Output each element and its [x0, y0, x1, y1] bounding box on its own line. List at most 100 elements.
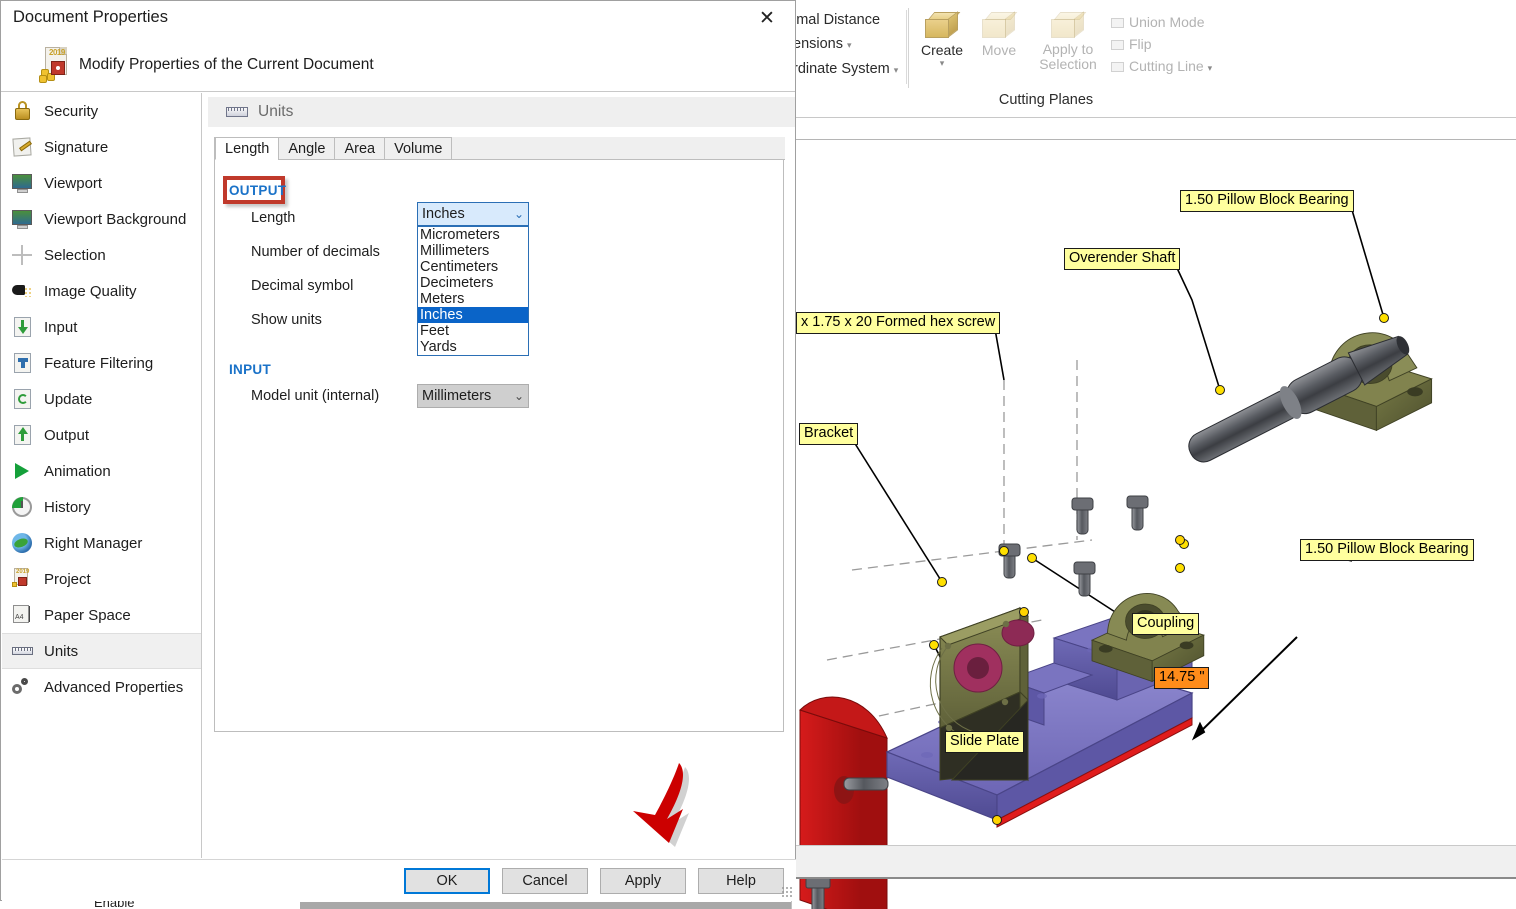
gears-icon	[10, 675, 36, 699]
callout-dimension-value[interactable]: 14.75 "	[1154, 667, 1209, 689]
length-unit-dropdown-list[interactable]: Micrometers Millimeters Centimeters Deci…	[417, 226, 529, 356]
ruler-icon	[226, 107, 248, 117]
tab-area-label: Area	[344, 141, 375, 157]
plus-crosshair-icon	[10, 243, 36, 267]
sidebar-item-units-label: Units	[44, 643, 78, 660]
sidebar-item-history[interactable]: History	[2, 489, 201, 525]
callout-pillow-block-right[interactable]: 1.50 Pillow Block Bearing	[1300, 539, 1474, 561]
dialog-content-panel: Units Length Angle Area Volume	[202, 93, 795, 858]
tab-strip: Length Angle Area Volume	[215, 137, 451, 160]
resize-grip[interactable]	[781, 886, 793, 898]
dropdown-option-millimeters[interactable]: Millimeters	[418, 243, 528, 259]
sidebar-item-paper-space[interactable]: A4 Paper Space	[2, 597, 201, 633]
sidebar-item-output[interactable]: Output	[2, 417, 201, 453]
cutting-plane-union-mode-label: Union Mode	[1129, 14, 1205, 30]
sidebar-item-right-manager[interactable]: Right Manager	[2, 525, 201, 561]
bottom-scrollbar[interactable]	[300, 902, 791, 909]
ribbon-item-coordinate-system[interactable]: rdinate System ▾	[791, 57, 908, 82]
ribbon-item-dimensions[interactable]: ensions ▾	[791, 32, 908, 57]
tab-angle-label: Angle	[288, 141, 325, 157]
play-triangle-icon	[10, 459, 36, 483]
document-properties-icon: 2019	[37, 45, 77, 85]
annotation-arrow	[621, 763, 721, 853]
cutting-planes-group-title: Cutting Planes	[911, 92, 1181, 108]
tab-angle[interactable]: Angle	[278, 137, 335, 160]
sidebar-item-viewport[interactable]: Viewport	[2, 165, 201, 201]
dialog-header: 2019 Modify Properties of the Current Do…	[1, 37, 795, 92]
model-viewport[interactable]: x 1.75 x 20 Formed hex screw Overender S…	[791, 140, 1516, 909]
field-label-length: Length	[251, 210, 295, 226]
dropdown-option-micrometers[interactable]: Micrometers	[418, 227, 528, 243]
sidebar-item-feature-filtering-label: Feature Filtering	[44, 355, 153, 372]
signature-pen-icon	[10, 135, 36, 159]
callout-bracket[interactable]: Bracket	[799, 423, 858, 445]
sidebar-item-animation[interactable]: Animation	[2, 453, 201, 489]
chevron-down-icon[interactable]: ▾	[894, 65, 899, 75]
dropdown-option-decimeters[interactable]: Decimeters	[418, 275, 528, 291]
document-filter-icon	[10, 351, 36, 375]
sidebar-item-project[interactable]: 2019 Project	[2, 561, 201, 597]
sidebar-item-advanced-properties-label: Advanced Properties	[44, 679, 183, 696]
sidebar-item-update[interactable]: Update	[2, 381, 201, 417]
monitor-icon	[10, 171, 36, 195]
callout-coupling[interactable]: Coupling	[1132, 613, 1199, 635]
ribbon-item-minimal-distance-label: imal Distance	[793, 12, 880, 28]
dialog-titlebar[interactable]: Document Properties ✕	[1, 1, 795, 37]
sidebar-item-signature-label: Signature	[44, 139, 108, 156]
model-unit-combobox-value: Millimeters	[422, 388, 491, 404]
sidebar-item-security[interactable]: Security	[2, 93, 201, 129]
dropdown-option-inches[interactable]: Inches	[418, 307, 528, 323]
length-unit-combobox[interactable]: Inches ⌄	[417, 202, 529, 226]
cutting-plane-cutting-line-option: Cutting Line ▾	[1111, 58, 1246, 74]
sidebar-item-signature[interactable]: Signature	[2, 129, 201, 165]
cancel-button[interactable]: Cancel	[502, 868, 588, 894]
callout-slide-plate-label: Slide Plate	[950, 733, 1019, 749]
dropdown-option-meters[interactable]: Meters	[418, 291, 528, 307]
callout-pillow-block-top[interactable]: 1.50 Pillow Block Bearing	[1180, 190, 1354, 212]
chevron-down-icon: ⌄	[514, 389, 524, 403]
help-button-label: Help	[726, 873, 756, 889]
field-label-number-of-decimals: Number of decimals	[251, 244, 380, 260]
tab-length-label: Length	[225, 141, 269, 157]
chevron-down-icon[interactable]: ▾	[847, 40, 852, 50]
input-section-title: INPUT	[229, 362, 271, 377]
ribbon-group-cutting-planes: Create ▾ Move Ap	[911, 6, 1181, 114]
field-label-show-units: Show units	[251, 312, 322, 328]
ribbon-item-minimal-distance[interactable]: imal Distance	[791, 8, 908, 32]
cutting-plane-move-icon	[982, 12, 1016, 40]
dropdown-option-yards[interactable]: Yards	[418, 339, 528, 355]
close-icon[interactable]: ✕	[745, 3, 789, 33]
ruler-icon	[10, 639, 36, 663]
dropdown-option-centimeters[interactable]: Centimeters	[418, 259, 528, 275]
field-label-model-unit: Model unit (internal)	[251, 388, 379, 404]
dialog-sidebar: Security Signature Viewport Viewport Bac…	[2, 93, 202, 858]
sidebar-item-image-quality[interactable]: Image Quality	[2, 273, 201, 309]
dropdown-option-feet[interactable]: Feet	[418, 323, 528, 339]
tab-volume[interactable]: Volume	[384, 137, 452, 160]
callout-overender-shaft[interactable]: Overender Shaft	[1064, 248, 1180, 270]
document-arrow-up-icon	[10, 423, 36, 447]
sidebar-item-units[interactable]: Units	[2, 633, 201, 669]
chevron-down-icon[interactable]: ▾	[911, 58, 973, 69]
sidebar-item-advanced-properties[interactable]: Advanced Properties	[2, 669, 201, 705]
sidebar-item-viewport-background[interactable]: Viewport Background	[2, 201, 201, 237]
apply-button[interactable]: Apply	[600, 868, 686, 894]
tab-area[interactable]: Area	[334, 137, 385, 160]
ok-button[interactable]: OK	[404, 868, 490, 894]
sidebar-item-feature-filtering[interactable]: Feature Filtering	[2, 345, 201, 381]
tab-length[interactable]: Length	[215, 137, 279, 160]
sidebar-item-selection[interactable]: Selection	[2, 237, 201, 273]
viewport-bottom-strip	[791, 845, 1516, 879]
tab-volume-label: Volume	[394, 141, 442, 157]
sidebar-item-project-label: Project	[44, 571, 91, 588]
callout-hex-screw[interactable]: x 1.75 x 20 Formed hex screw	[796, 312, 1000, 334]
chevron-down-icon[interactable]: ⌄	[514, 207, 524, 221]
help-button[interactable]: Help	[698, 868, 784, 894]
globe-icon	[10, 531, 36, 555]
cutting-plane-create-button[interactable]: Create ▾	[911, 12, 973, 69]
dialog-header-text: Modify Properties of the Current Documen…	[79, 56, 374, 74]
document-refresh-icon	[10, 387, 36, 411]
callout-slide-plate[interactable]: Slide Plate	[945, 731, 1024, 753]
flip-icon	[1111, 38, 1126, 51]
sidebar-item-input[interactable]: Input	[2, 309, 201, 345]
